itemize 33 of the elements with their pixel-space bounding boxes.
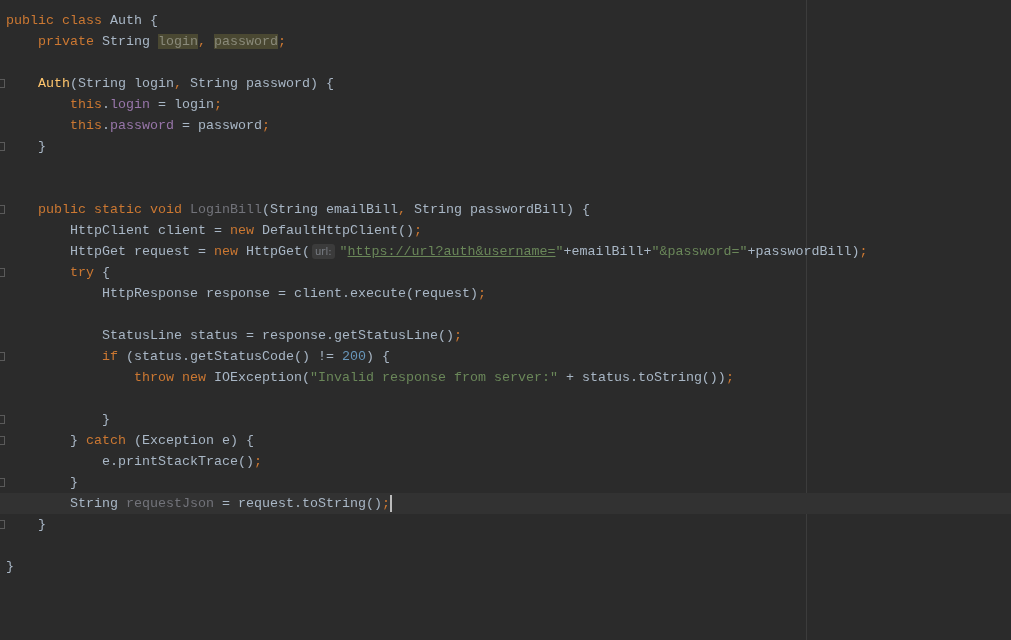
code-line: StatusLine status = response.getStatusLine(); — [100, 326, 462, 345]
fold-marker-icon[interactable] — [0, 79, 5, 88]
code-line: } — [69, 473, 78, 492]
fold-marker-icon[interactable] — [0, 520, 5, 529]
code-line: public static void LoginBill(String emailBill, String passwordBill) { — [37, 200, 590, 219]
fold-marker-icon[interactable] — [0, 478, 5, 487]
code-line: e.printStackTrace(); — [100, 452, 262, 471]
code-line: private String login, password; — [37, 32, 286, 51]
code-line: HttpResponse response = client.execute(request); — [100, 284, 486, 303]
fold-marker-icon[interactable] — [0, 142, 5, 151]
fold-marker-icon[interactable] — [0, 436, 5, 445]
text-caret — [389, 495, 392, 512]
code-line: if (status.getStatusCode() != 200) { — [100, 347, 390, 366]
code-line: HttpClient client = new DefaultHttpClient(); — [69, 221, 422, 240]
code-line: } — [6, 557, 14, 576]
code-line: "https://url?auth&username="+emailBill+"&password="+passwordBill); — [339, 242, 868, 261]
code-line: } — [100, 410, 110, 429]
fold-marker-icon[interactable] — [0, 415, 5, 424]
code-line: public class Auth { — [6, 11, 158, 30]
code-line: this.login = login; — [69, 95, 222, 114]
code-line: try { — [69, 263, 110, 282]
code-line: throw new IOException("Invalid response from server:" + status.toString()); — [132, 368, 734, 387]
code-line: this.password = password; — [69, 116, 270, 135]
fold-marker-icon[interactable] — [0, 205, 5, 214]
fold-marker-icon[interactable] — [0, 352, 5, 361]
code-line: Auth(String login, String password) { — [37, 74, 334, 93]
code-line: } — [37, 137, 46, 156]
inlay-hint: url: — [311, 244, 335, 259]
code-line: } — [37, 515, 46, 534]
code-line: String requestJson = request.toString(); — [69, 494, 390, 513]
fold-marker-icon[interactable] — [0, 268, 5, 277]
code-line: HttpGet request = new HttpGet( — [69, 242, 310, 261]
code-line: } catch (Exception e) { — [69, 431, 254, 450]
